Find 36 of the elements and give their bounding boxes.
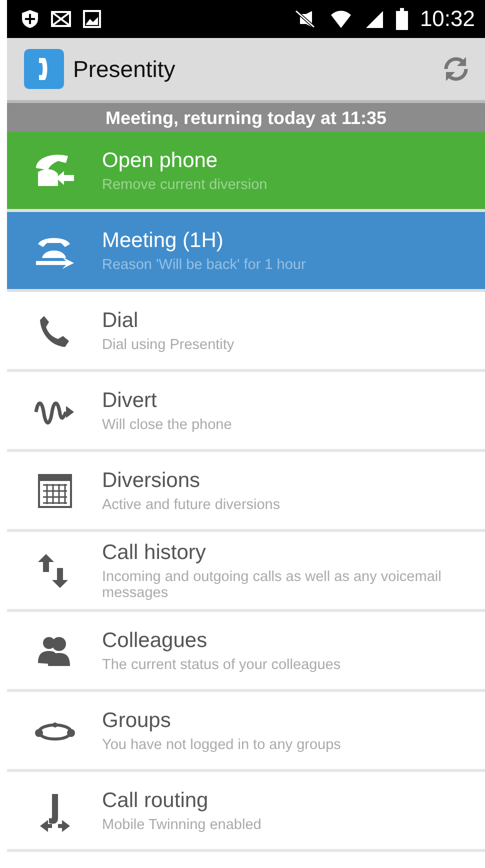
item-title: Dial — [102, 308, 140, 332]
menu-item[interactable]: Call routing Mobile Twinning enabled — [7, 772, 485, 852]
item-title: Colleagues — [102, 628, 208, 652]
item-subtitle: Reason 'Will be back' for 1 hour — [102, 256, 306, 272]
mail-icon — [51, 11, 71, 27]
clock-time: 10:32 — [420, 6, 475, 32]
item-subtitle: Remove current diversion — [102, 176, 268, 192]
shield-icon — [21, 9, 39, 29]
item-title: Call history — [102, 540, 207, 564]
menu-item[interactable]: Diversions Active and future diversions — [7, 452, 485, 532]
item-title: Groups — [102, 708, 172, 732]
item-subtitle: Will close the phone — [102, 416, 232, 432]
wifi-icon — [330, 9, 352, 29]
item-subtitle: The current status of your colleagues — [102, 656, 341, 672]
item-subtitle: You have not logged in to any groups — [102, 736, 341, 752]
item-title: Open phone — [102, 148, 219, 172]
item-subtitle: Incoming and outgoing calls as well as any voicemail messages — [102, 568, 442, 600]
item-title: Call routing — [102, 788, 210, 812]
item-title: Meeting (1H) — [102, 228, 224, 252]
item-title: Divert — [102, 388, 158, 412]
app-logo-icon — [23, 48, 65, 90]
item-subtitle: Active and future diversions — [102, 496, 280, 512]
item-subtitle: Mobile Twinning enabled — [102, 816, 262, 832]
menu-item[interactable]: Meeting (1H) Reason 'Will be back' for 1 hour — [7, 212, 485, 292]
menu-item[interactable]: Call history Incoming and outgoing calls as well as any voicemail messages — [7, 532, 485, 612]
signal-icon — [364, 9, 384, 29]
app-title: Presentity — [73, 56, 176, 82]
item-title: Diversions — [102, 468, 202, 492]
battery-icon — [396, 8, 408, 30]
menu-item[interactable]: Groups You have not logged in to any groups — [7, 692, 485, 772]
menu-item[interactable]: Dial Dial using Presentity — [7, 292, 485, 372]
item-subtitle: Dial using Presentity — [102, 336, 234, 352]
image-icon — [83, 10, 101, 28]
status-banner: Meeting, returning today at 11:35 — [7, 100, 485, 132]
menu-item[interactable]: Divert Will close the phone — [7, 372, 485, 452]
menu-item[interactable]: Colleagues The current status of your colleagues — [7, 612, 485, 692]
